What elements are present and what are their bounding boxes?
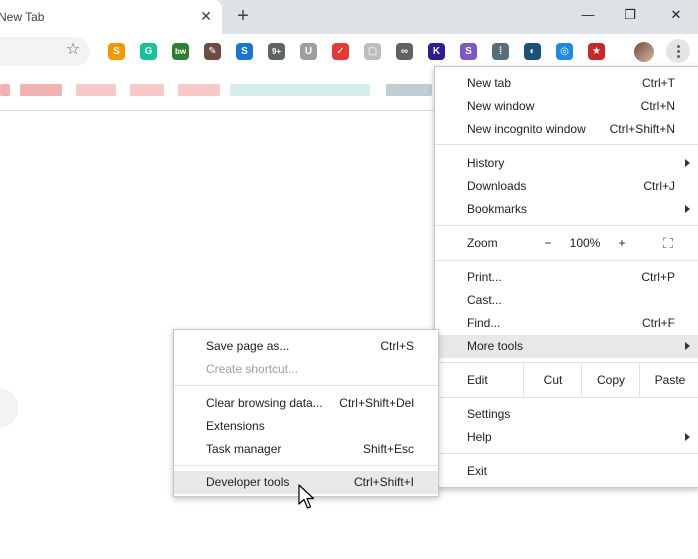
new-tab-button[interactable]: + bbox=[233, 6, 253, 26]
bookmark-star-icon[interactable]: ☆ bbox=[64, 41, 82, 59]
bookmark-item[interactable] bbox=[178, 84, 220, 96]
menu-item-help[interactable]: Help bbox=[435, 426, 698, 449]
submenu-arrow-icon bbox=[685, 205, 690, 213]
menu-item-cast[interactable]: Cast... bbox=[435, 289, 698, 312]
menu-item-bookmarks[interactable]: Bookmarks bbox=[435, 198, 698, 221]
chrome-menu-button[interactable] bbox=[666, 39, 690, 63]
submenu-arrow-icon bbox=[685, 433, 690, 441]
submenu-arrow-icon bbox=[685, 159, 690, 167]
submenu-item-extensions[interactable]: Extensions bbox=[174, 415, 438, 438]
tab-title: New Tab bbox=[0, 10, 45, 24]
zoom-level: 100% bbox=[569, 236, 601, 250]
menu-separator bbox=[435, 260, 698, 261]
bookmark-item[interactable] bbox=[386, 84, 432, 96]
profile-avatar[interactable] bbox=[634, 42, 654, 62]
title-bar: New Tab ✕ + — ❐ ✕ bbox=[0, 0, 698, 34]
menu-item-history[interactable]: History bbox=[435, 152, 698, 175]
menu-item-downloads[interactable]: Downloads Ctrl+J bbox=[435, 175, 698, 198]
sibling-ext-icon[interactable]: S bbox=[108, 43, 125, 60]
chrome-main-menu: New tab Ctrl+T New window Ctrl+N New inc… bbox=[434, 66, 698, 488]
close-window-button[interactable]: ✕ bbox=[666, 6, 686, 24]
k-ext-icon[interactable]: K bbox=[428, 43, 445, 60]
todo-ext-icon[interactable]: ✓ bbox=[332, 43, 349, 60]
tab-close-icon[interactable]: ✕ bbox=[198, 8, 214, 24]
grammarly-ext-icon[interactable]: G bbox=[140, 43, 157, 60]
submenu-item-save-page[interactable]: Save page as... Ctrl+S bbox=[174, 335, 438, 358]
submenu-arrow-icon bbox=[685, 342, 690, 350]
headphones-ext-icon[interactable]: ◎ bbox=[556, 43, 573, 60]
more-tools-submenu: Save page as... Ctrl+S Create shortcut..… bbox=[173, 329, 439, 497]
bookmark-item[interactable] bbox=[230, 84, 370, 96]
menu-separator bbox=[435, 144, 698, 145]
menu-item-print[interactable]: Print... Ctrl+P bbox=[435, 266, 698, 289]
toolbar: ☆ S Gbw ✎ S 9+ U ✓ ▢ ∞ K S ⁞ ◐ ◎ ★ bbox=[0, 34, 698, 70]
dots-ext-icon[interactable]: ⁞ bbox=[492, 43, 509, 60]
bookmark-item[interactable] bbox=[130, 84, 164, 96]
menu-item-exit[interactable]: Exit bbox=[435, 460, 698, 483]
menu-separator bbox=[435, 225, 698, 226]
restore-button[interactable]: ❐ bbox=[620, 6, 640, 24]
submenu-item-create-shortcut: Create shortcut... bbox=[206, 362, 299, 376]
cut-button[interactable]: Cut bbox=[523, 363, 582, 397]
bookmark-item[interactable] bbox=[76, 84, 116, 96]
menu-separator bbox=[435, 397, 698, 398]
menu-separator bbox=[174, 385, 438, 386]
menu-separator bbox=[174, 465, 438, 466]
tab-new-tab[interactable]: New Tab ✕ bbox=[0, 0, 222, 34]
submenu-item-clear-browsing-data[interactable]: Clear browsing data... Ctrl+Shift+Del bbox=[174, 392, 438, 415]
zoom-out-button[interactable]: − bbox=[541, 232, 555, 255]
copy-button[interactable]: Copy bbox=[581, 363, 640, 397]
menu-separator bbox=[435, 453, 698, 454]
menu-item-find[interactable]: Find... Ctrl+F bbox=[435, 312, 698, 335]
menu-item-new-tab[interactable]: New tab Ctrl+T bbox=[435, 72, 698, 95]
paste-button[interactable]: Paste bbox=[639, 363, 698, 397]
zoom-in-button[interactable]: + bbox=[615, 232, 629, 255]
menu-item-settings[interactable]: Settings bbox=[435, 403, 698, 426]
star-ext-icon[interactable]: ★ bbox=[588, 43, 605, 60]
page-content-fragment bbox=[0, 388, 18, 428]
menu-item-new-window[interactable]: New window Ctrl+N bbox=[435, 95, 698, 118]
submenu-item-task-manager[interactable]: Task manager Shift+Esc bbox=[174, 438, 438, 461]
mouse-cursor-icon bbox=[298, 484, 315, 509]
menu-edit-row: Edit Cut Copy Paste bbox=[435, 363, 698, 397]
u-ext-icon[interactable]: U bbox=[300, 43, 317, 60]
menu-item-new-incognito-window[interactable]: New incognito window Ctrl+Shift+N bbox=[435, 118, 698, 141]
bookmark-item[interactable] bbox=[20, 84, 62, 96]
bookmark-item[interactable] bbox=[0, 84, 10, 96]
eyedropper-ext-icon[interactable]: ✎ bbox=[204, 43, 221, 60]
s-ext-icon[interactable]: S bbox=[236, 43, 253, 60]
globe-ext-icon[interactable]: ◐ bbox=[524, 43, 541, 60]
square-ext-icon[interactable]: ▢ bbox=[364, 43, 381, 60]
badge-ext-icon[interactable]: 9+ bbox=[268, 43, 285, 60]
link-ext-icon[interactable]: ∞ bbox=[396, 43, 413, 60]
menu-item-more-tools[interactable]: More tools bbox=[435, 335, 698, 358]
s2-ext-icon[interactable]: S bbox=[460, 43, 477, 60]
bw-ext-icon[interactable]: bw bbox=[172, 43, 189, 60]
menu-zoom-row: Zoom − 100% + ⛶ bbox=[435, 232, 698, 256]
fullscreen-icon[interactable]: ⛶ bbox=[657, 232, 679, 255]
minimize-button[interactable]: — bbox=[578, 6, 598, 24]
